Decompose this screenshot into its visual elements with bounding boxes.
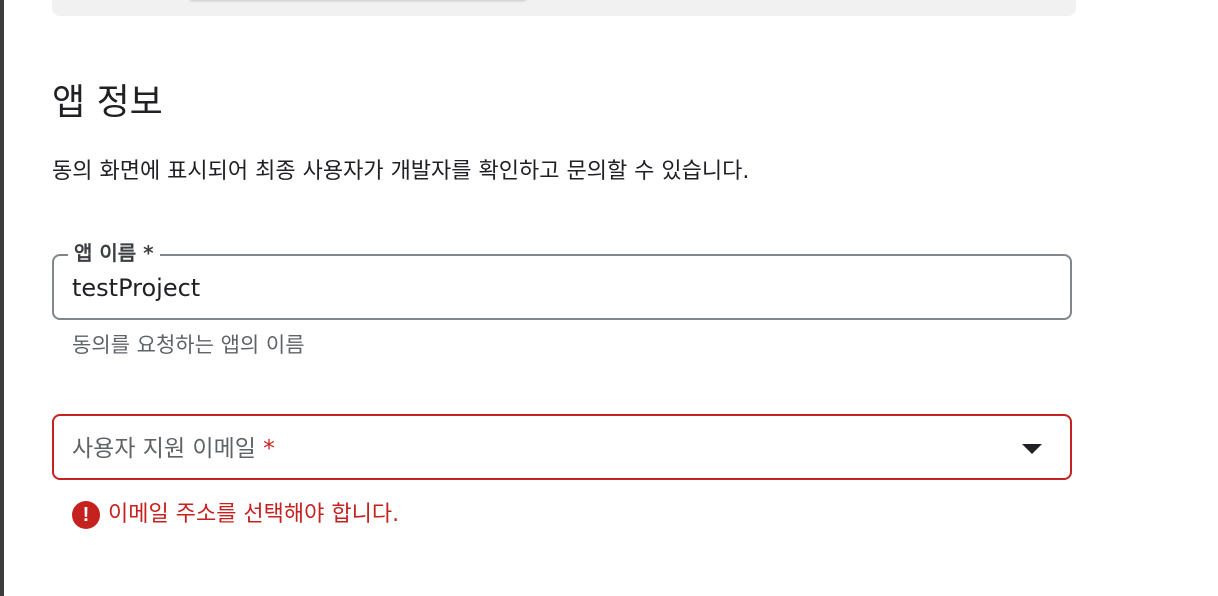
oauth-consent-app-info-page: 앱 정보 동의 화면에 표시되어 최종 사용자가 개발자를 확인하고 문의할 수… <box>0 0 1218 596</box>
previous-section-panel <box>52 0 1076 16</box>
section-title: 앱 정보 <box>52 82 163 123</box>
app-name-label: 앱 이름 * <box>68 239 160 267</box>
error-icon: ! <box>72 501 100 529</box>
support-email-placeholder: 사용자 지원 이메일 * <box>72 433 275 465</box>
arrow-drop-down-icon[interactable] <box>1022 444 1042 454</box>
left-window-border <box>0 0 4 596</box>
support-email-select[interactable]: 사용자 지원 이메일 * <box>52 414 1072 480</box>
required-marker: * <box>263 436 275 462</box>
support-email-placeholder-text: 사용자 지원 이메일 <box>72 436 256 462</box>
support-email-error-text: 이메일 주소를 선택해야 합니다. <box>108 502 400 527</box>
app-name-helper-text: 동의를 요청하는 앱의 이름 <box>72 333 305 357</box>
support-email-error: ! 이메일 주소를 선택해야 합니다. <box>72 500 399 530</box>
app-name-field[interactable]: 앱 이름 * testProject <box>52 239 1072 320</box>
section-description: 동의 화면에 표시되어 최종 사용자가 개발자를 확인하고 문의할 수 있습니다… <box>52 159 750 184</box>
app-name-input[interactable]: testProject <box>72 272 200 304</box>
